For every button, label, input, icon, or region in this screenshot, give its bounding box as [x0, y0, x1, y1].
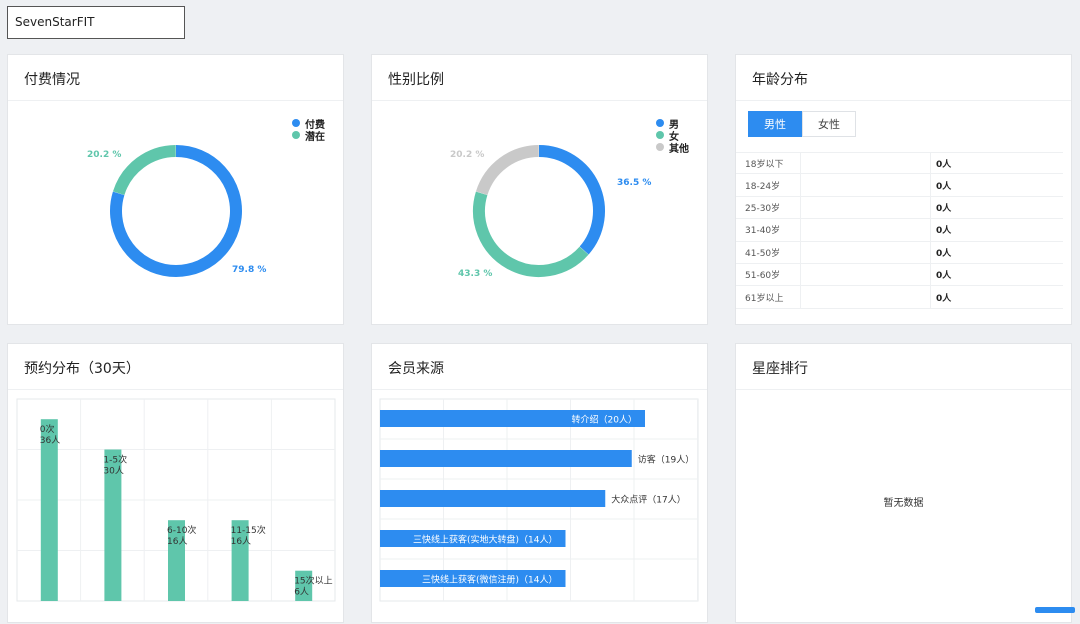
- bar-category-label: 11-15次: [231, 524, 266, 536]
- age-bar-cell: [800, 263, 931, 286]
- bar-value-label: 大众点评（17人）: [611, 494, 685, 506]
- gym-name-field[interactable]: SevenStarFIT: [7, 6, 185, 39]
- bar-value-label: 访客（19人）: [638, 454, 694, 466]
- bar-value-label: 16人: [231, 536, 251, 547]
- empty-state-text: 暂无数据: [883, 498, 924, 509]
- booking-bar: [40, 419, 58, 601]
- age-bar-cell: [800, 286, 931, 308]
- source-bar-chart: 转介绍（20人） 访客（19人） 大众点评（17人） 三快线上获客(实地大转盘)（14…: [379, 398, 699, 602]
- bar-value-label: 16人: [167, 536, 187, 547]
- age-bar-cell: [800, 219, 931, 241]
- bar-category-label: 1-5次: [103, 454, 127, 466]
- age-count: 0人: [936, 271, 952, 282]
- potential-percent-label: 20.2 %: [87, 150, 122, 160]
- bar-value-label: 30人: [103, 466, 123, 477]
- scrollbar-thumb[interactable]: [1035, 607, 1075, 613]
- bar-value-label: 三快线上获客(微信注册)（14人）: [422, 574, 557, 586]
- tab-male[interactable]: 男性: [748, 111, 802, 137]
- gender-card: 性别比例 男 女 其他 20.2 % 36.5 % 43.3 %: [371, 54, 708, 325]
- tab-female[interactable]: 女性: [802, 111, 856, 137]
- bar-category-label: 0次: [40, 423, 55, 435]
- age-bar-cell: [800, 241, 931, 263]
- gender-donut-chart: [473, 145, 605, 277]
- male-slice: [538, 145, 605, 255]
- age-card: 年龄分布 男性 女性 18岁以下 0人 18-24岁 0人 25-30岁 0人 31-40岁…: [735, 54, 1072, 325]
- age-row: 25-30岁 0人: [736, 196, 1063, 220]
- source-bar: [380, 490, 606, 507]
- age-row: 31-40岁 0人: [736, 219, 1063, 242]
- age-count: 0人: [936, 248, 952, 259]
- age-range: 25-30岁: [745, 203, 781, 214]
- bar-value-label: 转介绍（20人）: [572, 414, 637, 426]
- bar-value-label: 36人: [40, 435, 60, 446]
- age-row: 51-60岁 0人: [736, 263, 1063, 287]
- bar-category-label: 6-10次: [167, 524, 196, 536]
- age-count: 0人: [936, 293, 952, 304]
- age-bar-cell: [800, 196, 931, 219]
- age-bar-cell: [800, 153, 931, 174]
- age-count: 0人: [936, 226, 952, 237]
- age-row: 18岁以下 0人: [736, 152, 1063, 175]
- age-row: 18-24岁 0人: [736, 174, 1063, 197]
- source-card: 会员来源 转介绍（20人） 访客（19人） 大众点评（17人） 三快线上获客(实地大转…: [371, 343, 708, 623]
- age-row: 61岁以上 0人: [736, 286, 1063, 309]
- paid-percent-label: 79.8 %: [232, 265, 267, 275]
- other-slice: [475, 145, 540, 196]
- potential-slice: [112, 145, 177, 196]
- male-percent-label: 36.5 %: [617, 178, 652, 188]
- booking-card: 预约分布（30天） 0次 36人 1-5次 30人 6-10次 16人 11-15次 16人 1…: [7, 343, 344, 623]
- female-percent-label: 43.3 %: [458, 269, 493, 279]
- age-bar-cell: [800, 174, 931, 196]
- age-range: 41-50岁: [745, 248, 781, 259]
- payment-donut-chart: [110, 145, 242, 277]
- constellation-title: 星座排行: [736, 344, 1071, 390]
- age-range: 51-60岁: [745, 271, 781, 282]
- age-range: 18岁以下: [745, 159, 784, 170]
- bar-value-label: 6人: [294, 587, 309, 598]
- age-count: 0人: [936, 159, 952, 170]
- age-range: 18-24岁: [745, 181, 781, 192]
- age-table: 18岁以下 0人 18-24岁 0人 25-30岁 0人 31-40岁 0人 41-50岁 0人 5…: [736, 152, 1063, 309]
- age-count: 0人: [936, 203, 952, 214]
- payment-card: 付费情况 付费 潜在 20.2 % 79.8 %: [7, 54, 344, 325]
- source-bar: [380, 450, 632, 467]
- bar-value-label: 三快线上获客(实地大转盘)（14人）: [413, 534, 557, 546]
- female-slice: [473, 191, 589, 277]
- constellation-card: 星座排行 暂无数据: [735, 343, 1072, 623]
- booking-bar-chart: 0次36人1-5次30人6-10次16人11-15次16人15次以上6人: [16, 398, 336, 602]
- age-range: 61岁以上: [745, 293, 784, 304]
- age-range: 31-40岁: [745, 226, 781, 237]
- age-row: 41-50岁 0人: [736, 241, 1063, 264]
- other-percent-label: 20.2 %: [450, 150, 485, 160]
- age-count: 0人: [936, 181, 952, 192]
- gender-tabs: 男性 女性: [748, 111, 856, 137]
- bar-category-label: 15次以上: [294, 575, 332, 587]
- age-title: 年龄分布: [736, 55, 1071, 101]
